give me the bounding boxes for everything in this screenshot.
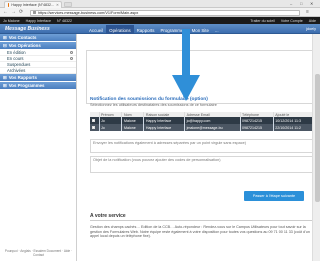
sidebar-section-label: Vos Programmes	[8, 83, 45, 88]
scrollbar[interactable]	[312, 34, 320, 261]
table-cell: Jo	[99, 117, 123, 124]
service-text: Gestion des champs cachés… Edition de la…	[90, 225, 310, 239]
table-cell: 22/10/2014 11:2	[273, 124, 316, 131]
sidebar-section-label: Vos Rapports	[8, 75, 37, 80]
recipients-table: Prénom Nom Raison sociale Adresse Email …	[90, 112, 316, 131]
nav-user[interactable]: jdoely	[306, 27, 316, 31]
notification-subject-field[interactable]: Objet de la notification (vous pouvez aj…	[90, 156, 315, 173]
sidebar: ⊞ Vos Contacts ⊟ Vos Opérations En éditi…	[0, 34, 77, 261]
address-bar: ← → ⟳ https://services.message-business.…	[0, 8, 320, 17]
upper-text-area[interactable]	[86, 50, 320, 104]
plus-icon: ⊞	[3, 34, 7, 40]
table-row[interactable]: Jo Malone Happy Interface jmalone@messag…	[90, 124, 316, 131]
tab-accueil[interactable]: Accueil	[86, 25, 106, 34]
plus-icon: ⊞	[3, 82, 7, 88]
row-checkbox[interactable]	[90, 124, 100, 131]
account-link-1[interactable]: Traiter du soleil	[250, 19, 274, 23]
table-header-row: Prénom Nom Raison sociale Adresse Email …	[90, 112, 316, 117]
close-tab-icon[interactable]: ✕	[56, 3, 59, 7]
table-cell: Happy Interface	[143, 117, 186, 124]
new-tab-button[interactable]	[64, 2, 72, 7]
minimize-icon[interactable]: –	[290, 1, 292, 6]
back-icon[interactable]: ←	[3, 10, 8, 15]
tab-more[interactable]: ...	[212, 25, 222, 34]
table-cell: jmalone@message-bu	[184, 124, 241, 131]
down-arrow-icon	[172, 29, 200, 101]
account-link-3[interactable]: Aide	[309, 19, 316, 23]
maximize-icon[interactable]: □	[300, 1, 302, 6]
table-cell: 0987214215	[240, 124, 274, 131]
sidebar-item-label: Suspendues	[7, 62, 31, 67]
close-window-icon[interactable]: ✕	[310, 1, 313, 6]
scrollbar-thumb[interactable]	[314, 74, 320, 202]
sidebar-section-contacts[interactable]: ⊞ Vos Contacts	[0, 34, 76, 41]
app-logo[interactable]: Message Business	[5, 26, 50, 32]
tab-title: Happy Interface (N°4832...	[11, 3, 54, 7]
table-cell: 10/12/2014 11:3	[273, 117, 316, 124]
table-cell: Happy Interface	[143, 124, 186, 131]
account-link-2[interactable]: Votre Compte	[281, 19, 303, 23]
sidebar-item-label: Archivées	[7, 68, 26, 73]
table-cell: Malone	[121, 117, 145, 124]
checkbox-icon[interactable]	[91, 119, 95, 123]
cc-emails-field[interactable]: Envoyer les notifications également à ad…	[90, 139, 315, 153]
browser-menu-icon[interactable]: ≡	[306, 10, 309, 15]
forward-icon[interactable]: →	[11, 10, 16, 15]
tab-rapports[interactable]: Rapports	[134, 25, 158, 34]
service-title: A votre service	[90, 213, 126, 219]
account-user[interactable]: Jo Malone	[3, 19, 20, 23]
account-company[interactable]: Happy Interface	[26, 19, 51, 23]
sidebar-section-operations[interactable]: ⊟ Vos Opérations	[0, 42, 76, 49]
main-nav: Message Business Accueil Opérations Rapp…	[0, 24, 320, 34]
url-text: https://services.message-business.com/V1…	[38, 10, 139, 15]
account-number: N° 48322	[56, 18, 72, 23]
plus-icon: ⊞	[3, 74, 7, 80]
table-cell: jo@happy.com	[184, 117, 241, 124]
table-cell: 0987214215	[240, 117, 274, 124]
browser-tab-bar: Happy Interface (N°4832... ✕ – □ ✕	[0, 0, 320, 8]
sidebar-item-label: En cours	[7, 56, 24, 61]
row-checkbox[interactable]	[90, 117, 100, 124]
browser-tab[interactable]: Happy Interface (N°4832... ✕	[4, 1, 62, 8]
table-row[interactable]: Jo Malone Happy Interface jo@happy.com 0…	[90, 117, 316, 124]
sidebar-section-label: Vos Contacts	[8, 35, 37, 40]
table-cell: Malone	[121, 124, 145, 131]
minus-icon: ⊟	[3, 42, 7, 48]
table-cell: Jo	[99, 124, 123, 131]
sidebar-section-programmes[interactable]: ⊞ Vos Programmes	[0, 82, 76, 89]
refresh-icon[interactable]	[70, 51, 73, 54]
tab-operations[interactable]: Opérations	[106, 25, 134, 34]
next-step-button[interactable]: Passer à l'étape suivante	[244, 191, 304, 201]
refresh-icon[interactable]	[70, 57, 73, 60]
lock-icon	[33, 11, 36, 14]
favicon-icon	[8, 3, 10, 7]
sidebar-footer: Pourquoi · Anglais · Essaiem Document · …	[4, 249, 73, 257]
account-bar: Jo Malone Happy Interface N° 48322 Trait…	[0, 17, 320, 24]
url-field[interactable]: https://services.message-business.com/V1…	[30, 9, 300, 16]
notification-subtitle: Sélectionnez les utilisateurs destinatai…	[90, 102, 217, 107]
reload-icon[interactable]: ⟳	[19, 10, 23, 15]
sidebar-section-rapports[interactable]: ⊞ Vos Rapports	[0, 74, 76, 81]
sidebar-item-label: En édition	[7, 50, 26, 55]
checkbox-icon[interactable]	[91, 126, 95, 130]
divider	[90, 220, 318, 221]
sidebar-section-label: Vos Opérations	[8, 43, 41, 48]
